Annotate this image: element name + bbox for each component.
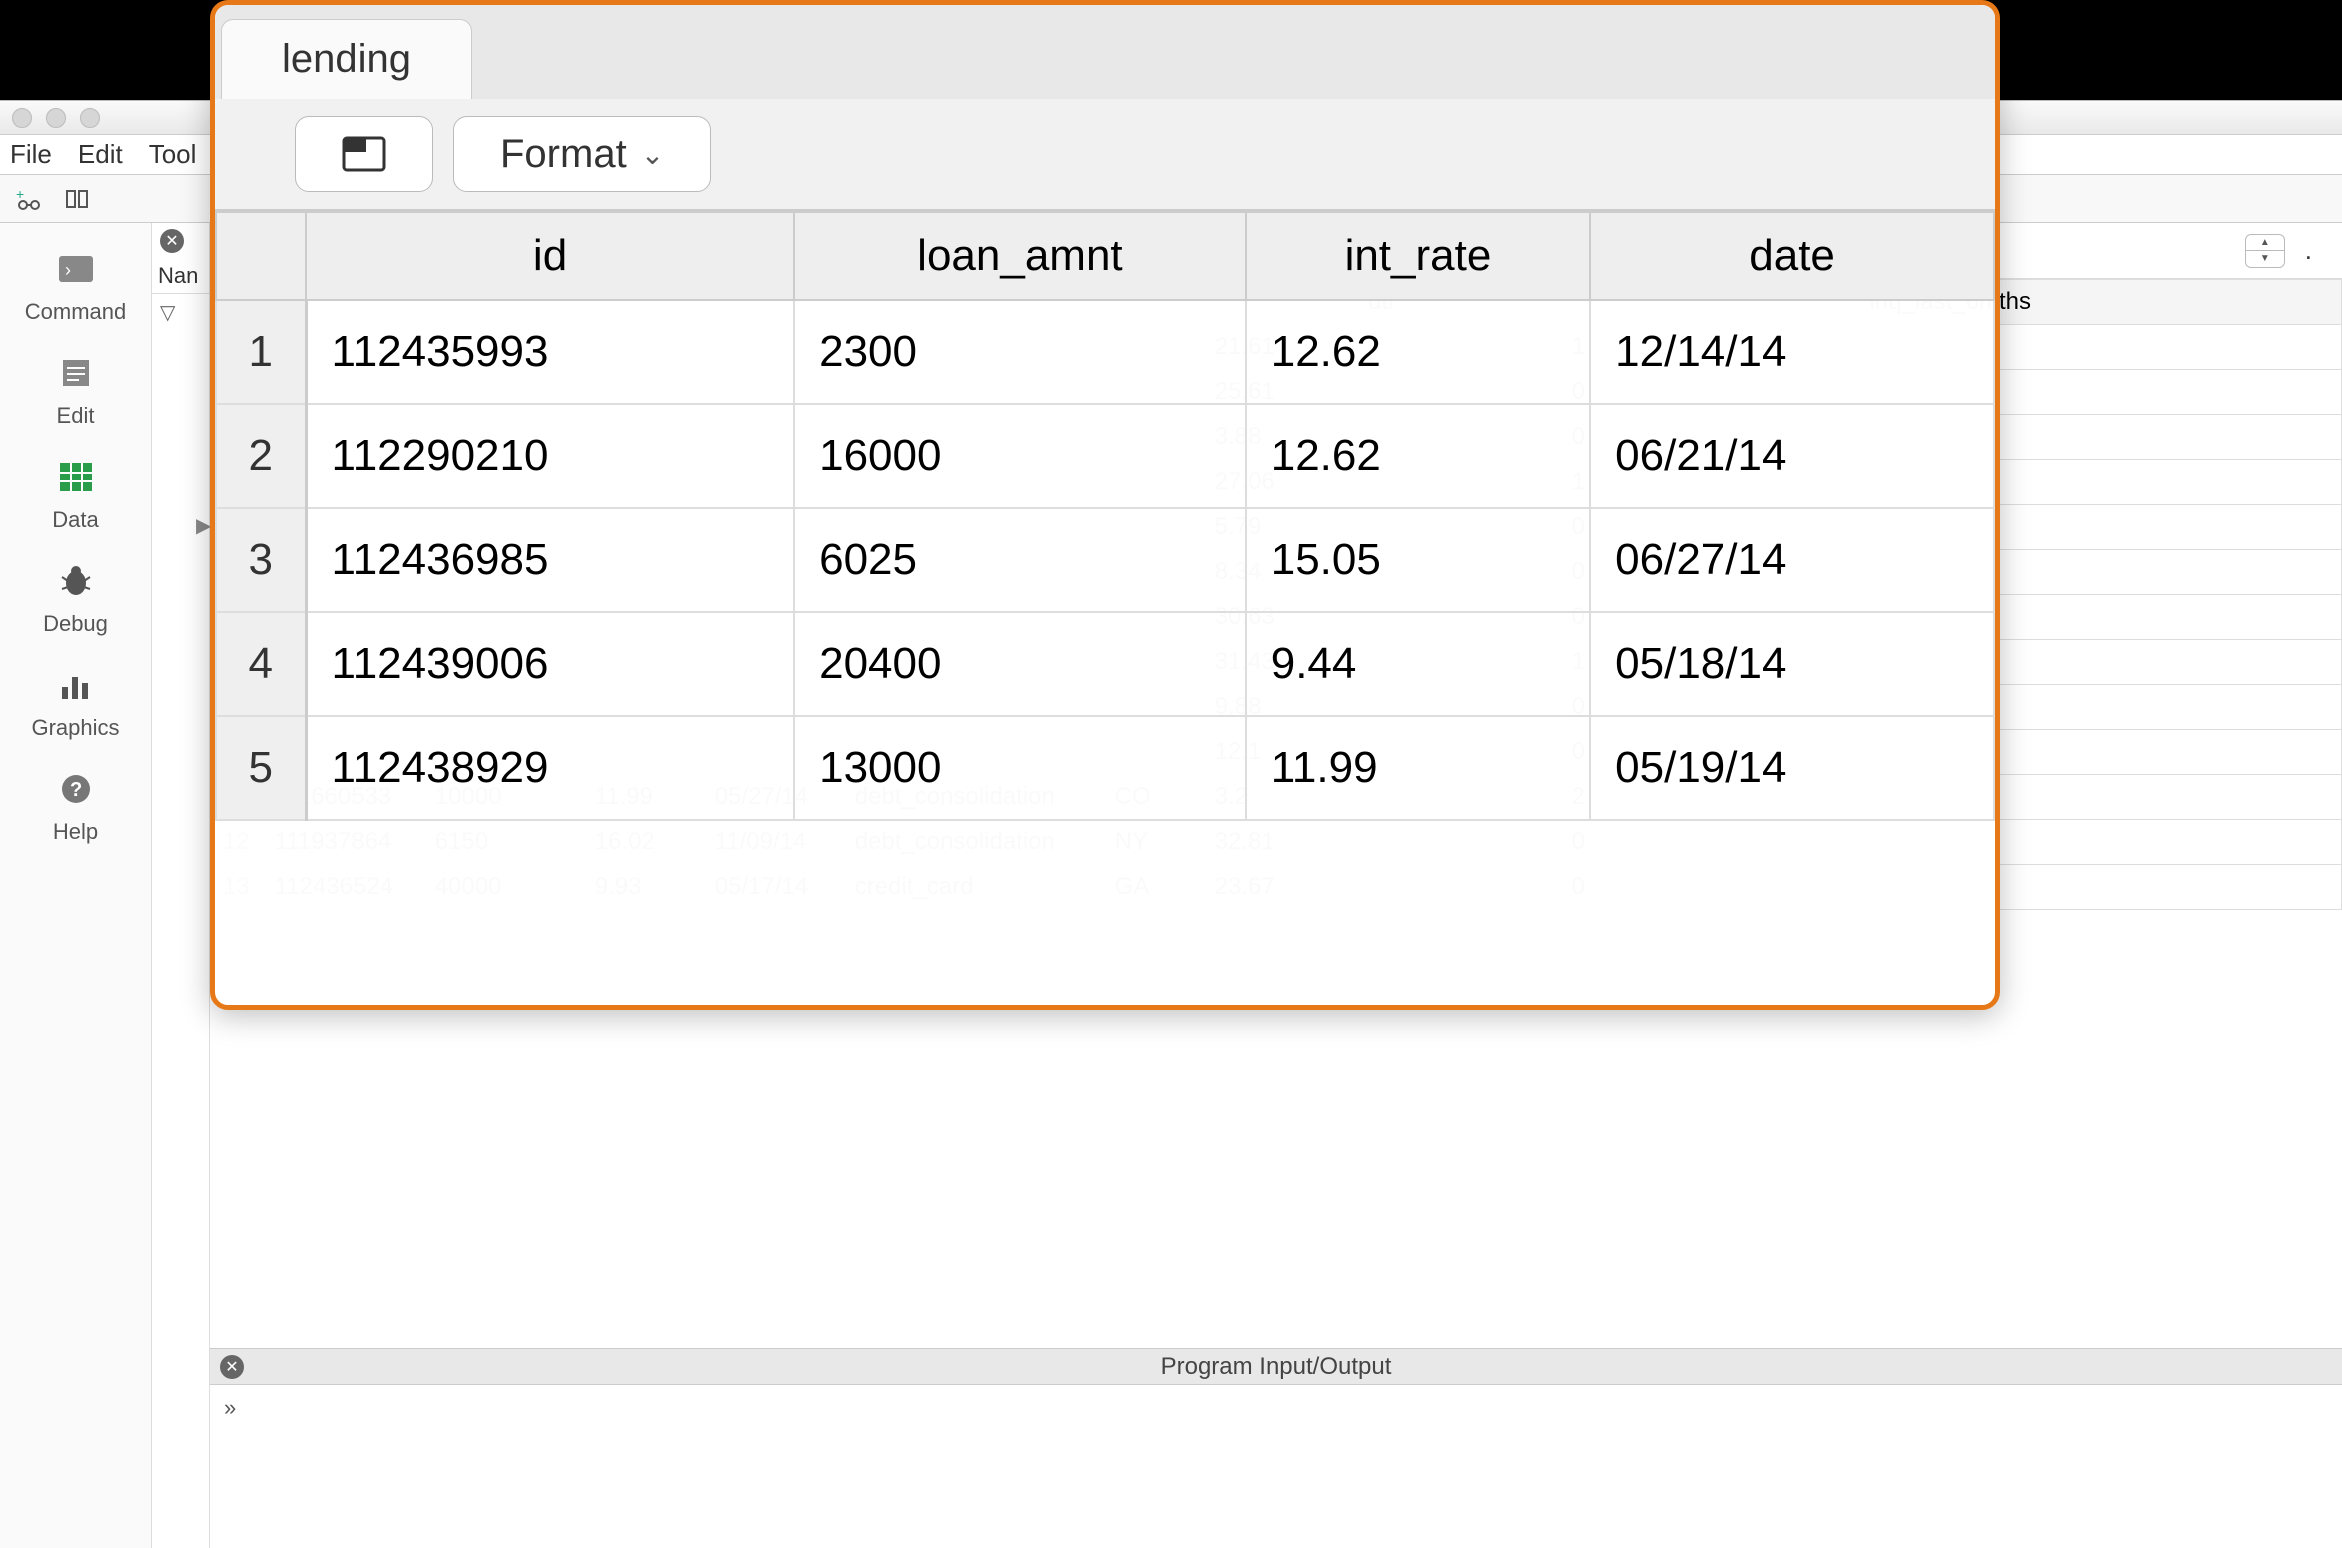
cell-date[interactable]: 06/27/14 — [1590, 508, 1994, 612]
svg-text:?: ? — [70, 779, 82, 801]
cell-rate[interactable]: 12.62 — [1246, 404, 1590, 508]
table-icon — [54, 455, 98, 499]
cell-amt[interactable]: 20400 — [794, 612, 1246, 716]
overlay-toolbar: Format ⌄ — [215, 99, 1995, 211]
sidebar-item-data[interactable]: Data — [0, 455, 151, 533]
overlay-tab-lending[interactable]: lending — [221, 19, 472, 99]
cell-id[interactable]: 112439006 — [306, 612, 794, 716]
table-row[interactable]: 4112439006204009.4405/18/14 — [216, 612, 1994, 716]
cell-amt[interactable]: 16000 — [794, 404, 1246, 508]
row-number: 2 — [216, 404, 306, 508]
chevron-down-icon: ⌄ — [641, 138, 664, 171]
cell-id[interactable]: 112435993 — [306, 300, 794, 404]
cell-id[interactable]: 112436985 — [306, 508, 794, 612]
toolbar-icon-1[interactable]: + — [14, 185, 42, 213]
output-panel: ✕ Program Input/Output » — [210, 1348, 2342, 1548]
output-title: Program Input/Output — [210, 1353, 2342, 1381]
cell-rate[interactable]: 9.44 — [1246, 612, 1590, 716]
menu-edit[interactable]: Edit — [78, 139, 123, 170]
stepper-label: . — [2305, 235, 2312, 266]
cell-amt[interactable]: 13000 — [794, 716, 1246, 820]
ov-col-id[interactable]: id — [306, 212, 794, 300]
traffic-minimize[interactable] — [46, 108, 66, 128]
document-icon — [54, 351, 98, 395]
cell-amt[interactable]: 6025 — [794, 508, 1246, 612]
traffic-zoom[interactable] — [80, 108, 100, 128]
row-number: 4 — [216, 612, 306, 716]
table-row[interactable]: 21122902101600012.6206/21/14 — [216, 404, 1994, 508]
row-number: 3 — [216, 508, 306, 612]
cell-id[interactable]: 112290210 — [306, 404, 794, 508]
sidebar-item-help[interactable]: ? Help — [0, 767, 151, 845]
row-number: 1 — [216, 300, 306, 404]
sidebar-item-command[interactable]: › Command — [0, 247, 151, 325]
traffic-close[interactable] — [12, 108, 32, 128]
ov-col-date[interactable]: date — [1590, 212, 1994, 300]
format-dropdown[interactable]: Format ⌄ — [453, 116, 711, 192]
svg-text:›: › — [65, 260, 71, 280]
table-row[interactable]: 3112436985602515.0506/27/14 — [216, 508, 1994, 612]
close-panel-icon[interactable]: ✕ — [160, 229, 184, 253]
bug-icon — [54, 559, 98, 603]
output-prompt[interactable]: » — [210, 1385, 2342, 1431]
ov-col-rate[interactable]: int_rate — [1246, 212, 1590, 300]
cell-rate[interactable]: 12.62 — [1246, 300, 1590, 404]
layout-toggle-button[interactable] — [295, 116, 433, 192]
sidebar-item-debug[interactable]: Debug — [0, 559, 151, 637]
table-row[interactable]: 1112435993230012.6212/14/14 — [216, 300, 1994, 404]
svg-text:+: + — [16, 186, 24, 202]
cell-id[interactable]: 112438929 — [306, 716, 794, 820]
overlay-data-table[interactable]: id loan_amnt int_rate date 1112435993230… — [215, 211, 1995, 821]
page-stepper[interactable]: ▲▼ — [2245, 234, 2285, 268]
row-number: 5 — [216, 716, 306, 820]
menu-file[interactable]: File — [10, 139, 52, 170]
overlay-tabstrip: lending — [215, 5, 1995, 99]
sidebar-item-edit[interactable]: Edit — [0, 351, 151, 429]
cell-date[interactable]: 05/19/14 — [1590, 716, 1994, 820]
cell-date[interactable]: 12/14/14 — [1590, 300, 1994, 404]
close-output-icon[interactable]: ✕ — [220, 1355, 244, 1379]
cell-rate[interactable]: 15.05 — [1246, 508, 1590, 612]
help-icon: ? — [54, 767, 98, 811]
name-panel: ✕ Nan ▽ — [152, 223, 210, 1548]
chart-icon — [54, 663, 98, 707]
filter-dropdown-icon[interactable]: ▽ — [152, 294, 209, 331]
zoom-overlay: lending Format ⌄ id loan_amnt int_rate d… — [210, 0, 2000, 1010]
table-row[interactable]: 51124389291300011.9905/19/14 — [216, 716, 1994, 820]
cell-rate[interactable]: 11.99 — [1246, 716, 1590, 820]
cell-amt[interactable]: 2300 — [794, 300, 1246, 404]
ov-col-rownum — [216, 212, 306, 300]
ov-col-amt[interactable]: loan_amnt — [794, 212, 1246, 300]
cell-date[interactable]: 06/21/14 — [1590, 404, 1994, 508]
terminal-icon: › — [54, 247, 98, 291]
sidebar: › Command Edit Data Debug — [0, 223, 152, 1548]
menu-tools[interactable]: Tool — [149, 139, 197, 170]
sidebar-item-graphics[interactable]: Graphics — [0, 663, 151, 741]
cell-date[interactable]: 05/18/14 — [1590, 612, 1994, 716]
toolbar-icon-2[interactable] — [64, 185, 92, 213]
